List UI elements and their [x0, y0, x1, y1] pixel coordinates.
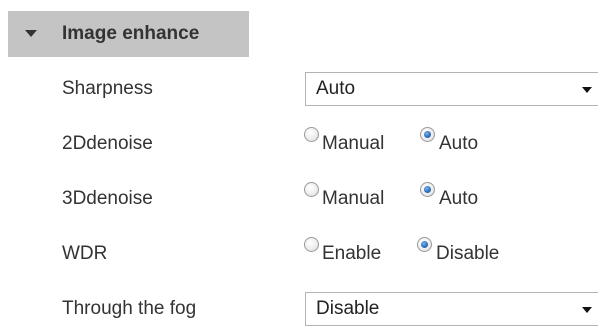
sharpness-select-value: Auto — [316, 78, 356, 99]
3ddenoise-label: 3Ddenoise — [62, 188, 153, 209]
2ddenoise-manual-radio[interactable] — [304, 127, 319, 142]
through-the-fog-select[interactable]: Disable — [305, 292, 598, 326]
through-the-fog-select-value: Disable — [316, 298, 380, 319]
3ddenoise-auto-label: Auto — [439, 188, 479, 209]
2ddenoise-label: 2Ddenoise — [62, 133, 153, 154]
2ddenoise-manual-label: Manual — [322, 133, 385, 154]
dropdown-arrow-icon — [582, 87, 592, 93]
3ddenoise-manual-label: Manual — [322, 188, 385, 209]
3ddenoise-option-manual[interactable]: Manual — [304, 182, 420, 212]
wdr-option-enable[interactable]: Enable — [304, 237, 417, 267]
wdr-option-disable[interactable]: Disable — [417, 237, 537, 267]
through-the-fog-label: Through the fog — [62, 298, 197, 319]
dropdown-arrow-icon — [582, 307, 592, 313]
wdr-disable-radio[interactable] — [417, 237, 432, 252]
caret-down-icon[interactable] — [25, 30, 37, 37]
3ddenoise-auto-radio[interactable] — [420, 182, 435, 197]
sharpness-select[interactable]: Auto — [305, 72, 598, 106]
sharpness-label: Sharpness — [62, 78, 153, 99]
section-header-image-enhance[interactable]: Image enhance — [8, 11, 249, 57]
2ddenoise-option-auto[interactable]: Auto — [420, 127, 500, 157]
section-title: Image enhance — [62, 23, 200, 44]
wdr-disable-label: Disable — [436, 243, 500, 264]
wdr-enable-radio[interactable] — [304, 237, 319, 252]
2ddenoise-radio-group: Manual Auto — [304, 127, 500, 157]
2ddenoise-auto-radio[interactable] — [420, 127, 435, 142]
2ddenoise-auto-label: Auto — [439, 133, 479, 154]
3ddenoise-radio-group: Manual Auto — [304, 182, 500, 212]
wdr-enable-label: Enable — [322, 243, 382, 264]
wdr-radio-group: Enable Disable — [304, 237, 537, 267]
wdr-label: WDR — [62, 243, 108, 264]
2ddenoise-option-manual[interactable]: Manual — [304, 127, 420, 157]
3ddenoise-option-auto[interactable]: Auto — [420, 182, 500, 212]
3ddenoise-manual-radio[interactable] — [304, 182, 319, 197]
